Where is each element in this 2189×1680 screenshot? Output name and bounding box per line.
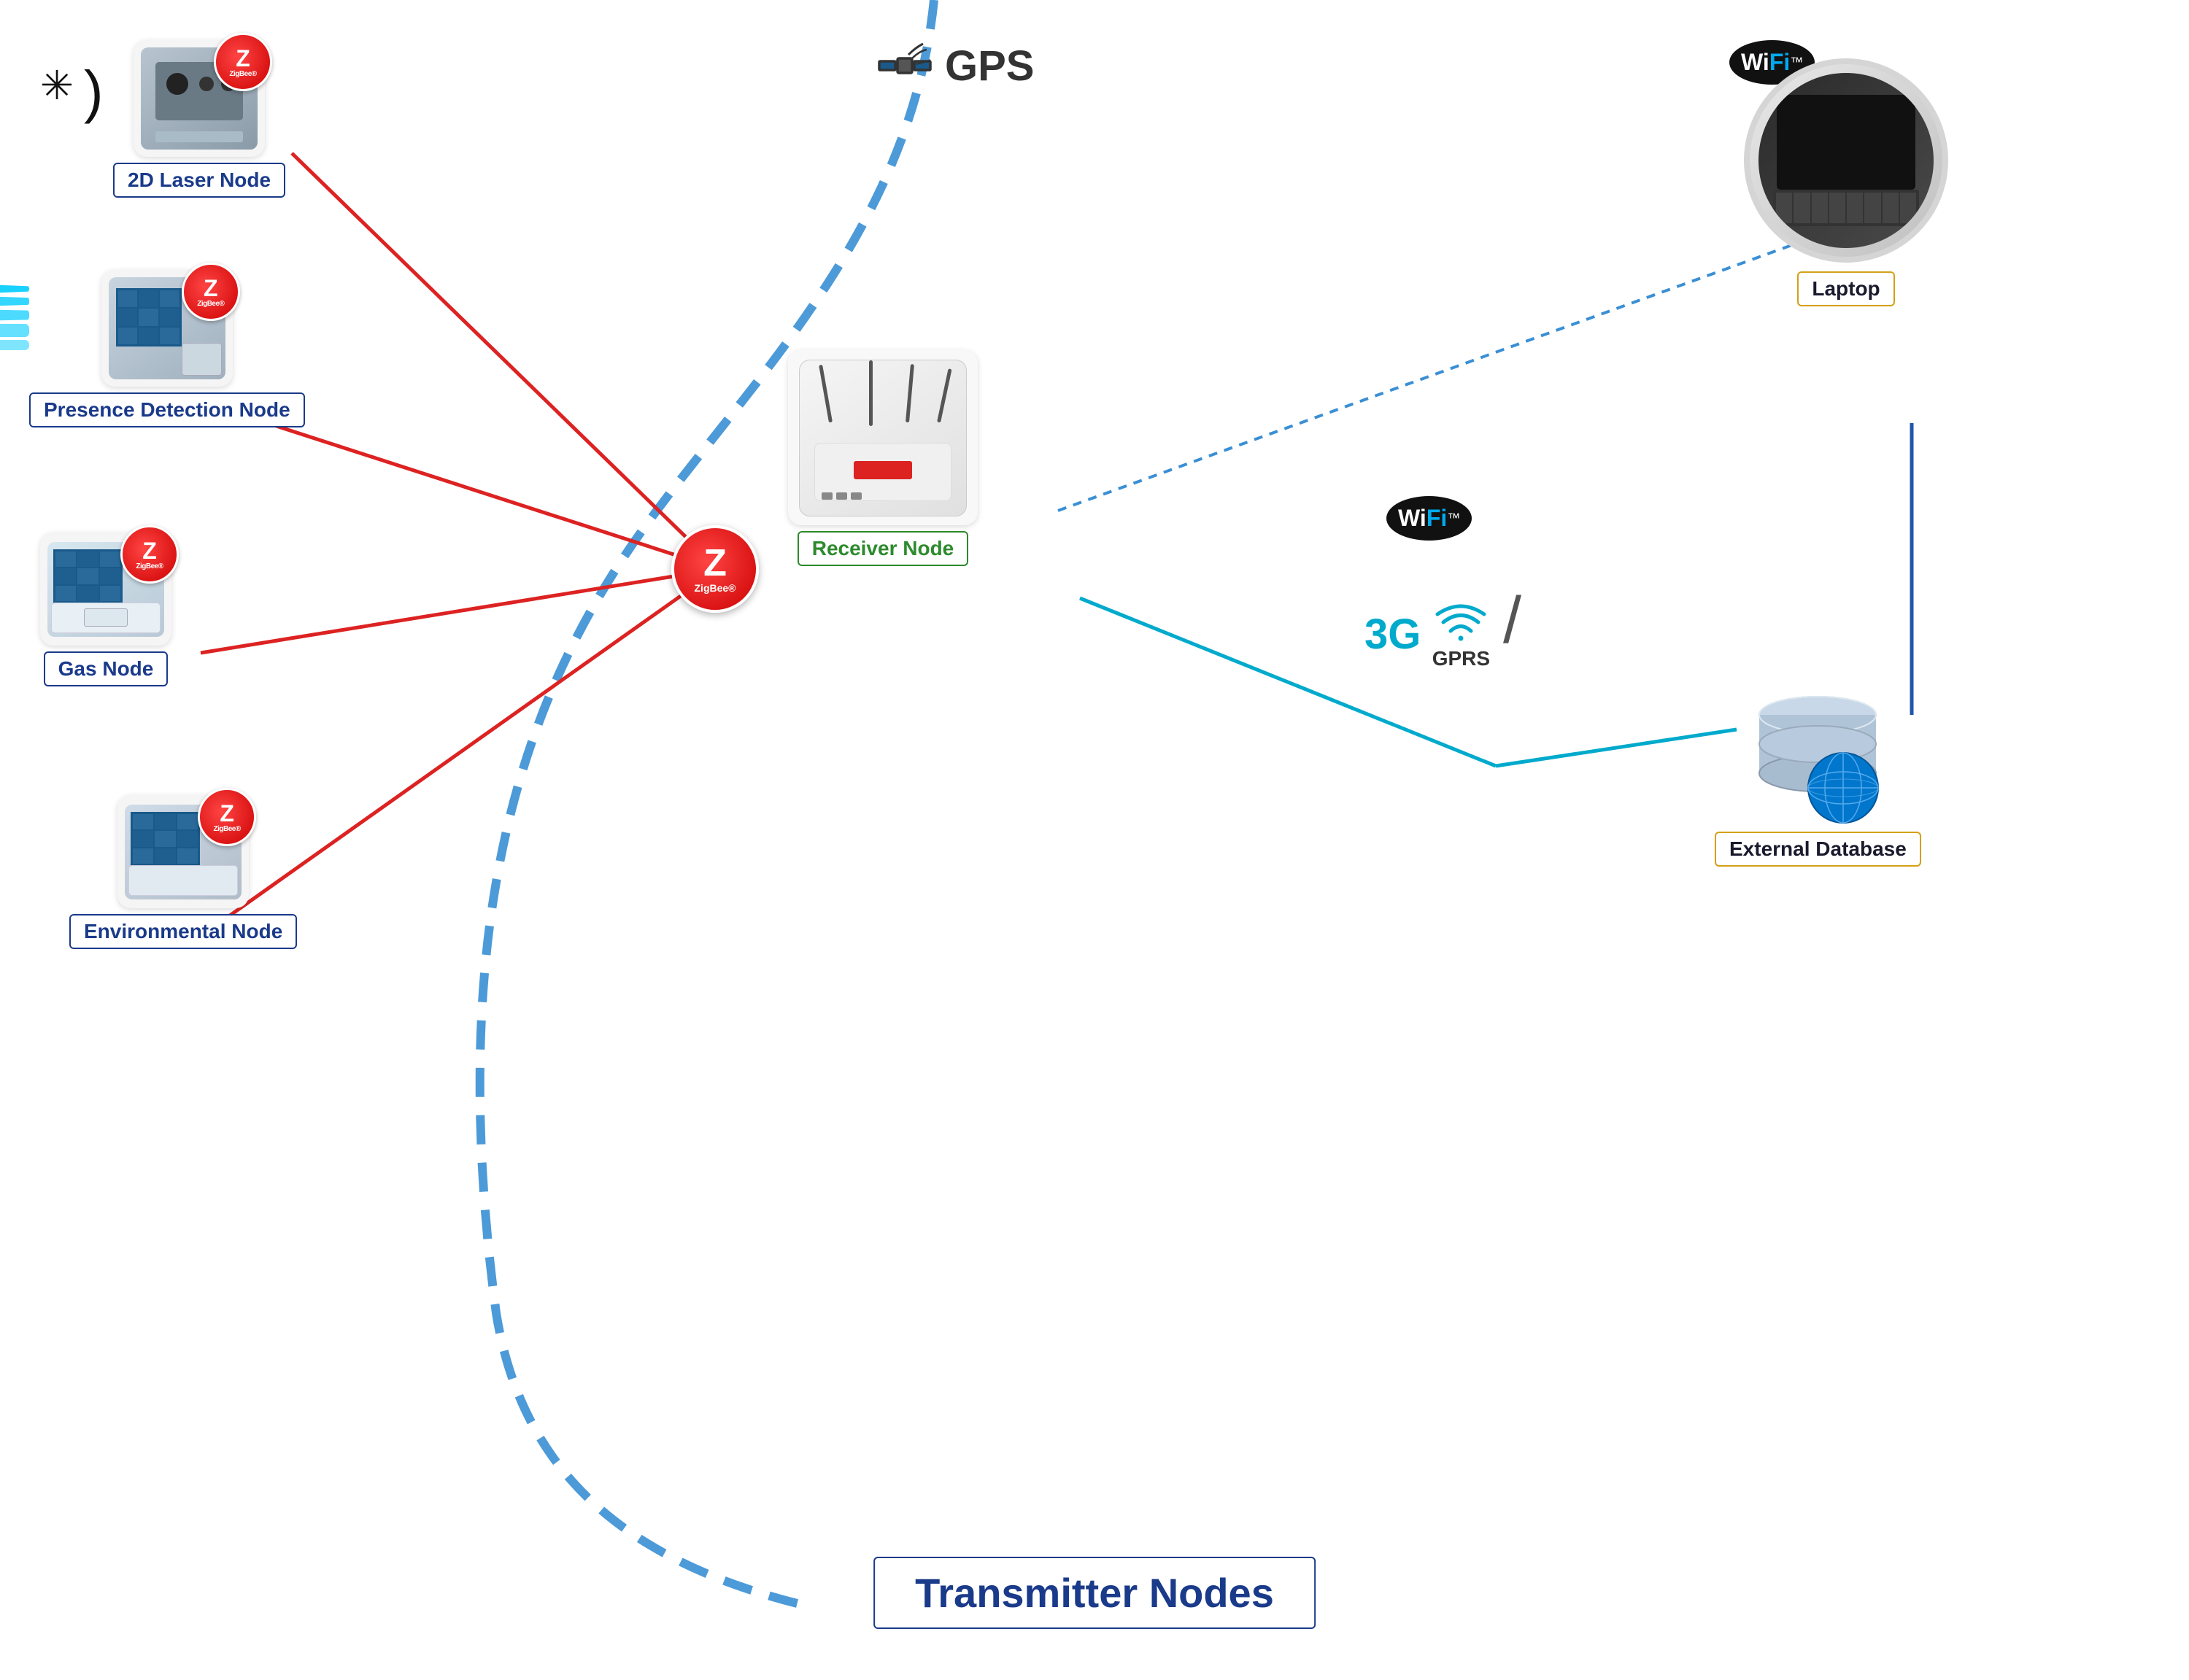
environmental-node-container: Z ZigBee® Environmental Node (69, 795, 297, 949)
comm-section: 3G GPRS (1364, 598, 1490, 670)
database-node-label: External Database (1715, 832, 1921, 867)
wifi-middle-badge: Wi Fi ™ (1386, 496, 1472, 541)
laptop-node-container: Laptop (1744, 58, 1948, 306)
slash-divider: / (1503, 584, 1521, 659)
presence-sensor-icon (0, 284, 29, 350)
presence-node-label: Presence Detection Node (29, 392, 305, 427)
presence-node-container: Z ZigBee® Presence Detection Node (29, 270, 305, 427)
receiver-device-box (788, 350, 978, 525)
wifi-middle-fi: Fi (1426, 505, 1447, 532)
laser-node-label: 2D Laser Node (113, 163, 285, 198)
laser-arc-icon: ) (84, 58, 104, 125)
presence-device-box: Z ZigBee® (101, 270, 233, 387)
transmitter-nodes-section: Transmitter Nodes (873, 1551, 1316, 1629)
presence-zigbee-badge: Z ZigBee® (182, 263, 240, 321)
gps-satellite-icon (876, 36, 934, 95)
laser-device-box: Z ZigBee® (134, 40, 265, 157)
laser-zigbee-badge: Z ZigBee® (214, 33, 272, 91)
gps-label: GPS (945, 42, 1035, 90)
3g-label: 3G (1364, 610, 1421, 659)
wifi-arcs-icon (1432, 598, 1490, 646)
laser-icon: ✳ (40, 62, 74, 109)
gas-device-box: Z ZigBee® (40, 533, 171, 646)
laser-node-container: ✳ ) Z ZigBee® 2D Laser Node (113, 40, 285, 198)
environmental-zigbee-badge: Z ZigBee® (198, 788, 256, 846)
3g-section: 3G (1364, 610, 1421, 659)
environmental-node-label: Environmental Node (69, 914, 297, 949)
wifi-middle-label: Wi (1398, 505, 1426, 532)
gas-zigbee-badge: Z ZigBee® (120, 525, 179, 584)
database-icon (1745, 693, 1891, 828)
gas-node-label: Gas Node (44, 651, 169, 686)
environmental-device-box: Z ZigBee® (117, 795, 249, 908)
wifi-middle-tm: ™ (1447, 511, 1460, 526)
gps-section: GPS (876, 36, 1035, 95)
database-node-container: External Database (1715, 693, 1921, 867)
central-zigbee-badge: Z ZigBee® (671, 525, 759, 613)
gas-node-container: Z ZigBee® Gas Node (40, 533, 171, 686)
gprs-wifi-section: GPRS (1432, 598, 1490, 670)
receiver-node-label: Receiver Node (798, 531, 969, 566)
gprs-label: GPRS (1432, 647, 1490, 670)
receiver-node-container: Receiver Node (788, 350, 978, 566)
transmitter-nodes-label: Transmitter Nodes (873, 1557, 1316, 1629)
laptop-node-label: Laptop (1797, 271, 1894, 306)
laser-zigbee-z: Z (236, 47, 250, 70)
wifi-middle-section: Wi Fi ™ (1386, 496, 1472, 541)
laptop-circle (1744, 58, 1948, 263)
